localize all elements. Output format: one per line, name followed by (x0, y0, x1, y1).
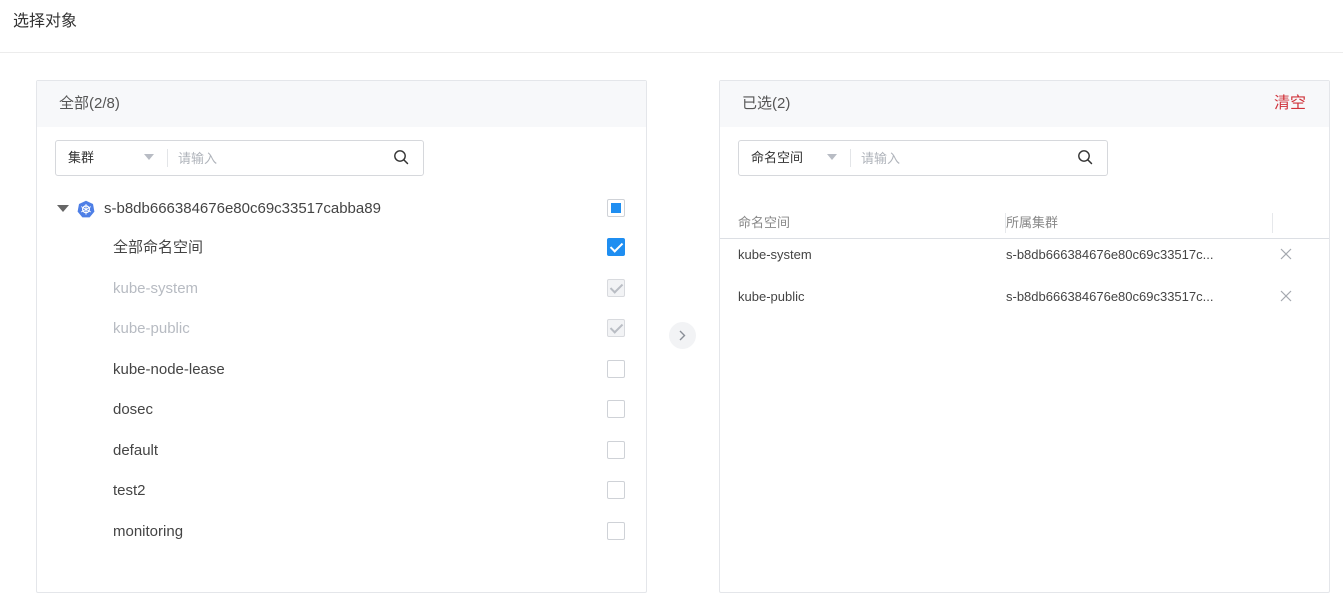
namespace-label: test2 (113, 482, 146, 499)
caret-down-icon (827, 154, 837, 160)
namespace-item[interactable]: dosec (37, 395, 646, 425)
search-divider (850, 149, 851, 167)
namespace-item: kube-system (37, 274, 646, 304)
source-panel: 全部(2/8) 集群 s-b8db666384676e80c69c33517ca… (36, 80, 647, 593)
namespace-checkbox[interactable] (607, 238, 625, 256)
namespace-item[interactable]: default (37, 436, 646, 466)
kubernetes-icon (77, 200, 95, 218)
namespace-item-all[interactable]: 全部命名空间 (37, 233, 646, 263)
transfer-right-button[interactable] (669, 322, 696, 349)
namespace-label: kube-node-lease (113, 361, 225, 378)
tree-root-cluster[interactable]: s-b8db666384676e80c69c33517cabba89 (55, 197, 630, 221)
table-row: kube-public s-b8db666384676e80c69c33517c… (720, 285, 1329, 327)
clear-all-button[interactable]: 清空 (1274, 94, 1306, 114)
selected-panel-title: 已选(2) (742, 95, 791, 112)
search-icon[interactable] (393, 149, 409, 165)
namespace-checkbox[interactable] (607, 522, 625, 540)
source-panel-title: 全部(2/8) (59, 95, 120, 112)
namespace-select[interactable]: 命名空间 (739, 141, 851, 175)
namespace-item[interactable]: kube-node-lease (37, 355, 646, 385)
namespace-checkbox[interactable] (607, 481, 625, 499)
page-header: 选择对象 (0, 0, 1343, 53)
caret-down-icon (144, 154, 154, 160)
table-row: kube-system s-b8db666384676e80c69c33517c… (720, 243, 1329, 285)
namespace-label: monitoring (113, 523, 184, 540)
remove-icon[interactable] (1280, 290, 1292, 302)
namespace-label: kube-system (113, 280, 199, 297)
column-divider (1272, 213, 1273, 233)
namespace-checkbox[interactable] (607, 441, 625, 459)
namespace-select-value: 命名空间 (751, 150, 804, 165)
namespace-item: kube-public (37, 314, 646, 344)
cluster-select[interactable]: 集群 (56, 141, 168, 175)
source-search-input[interactable] (178, 147, 378, 169)
selected-table-header: 命名空间 所属集群 (720, 203, 1329, 239)
column-header-cluster: 所属集群 (1006, 215, 1059, 230)
selected-search-input[interactable] (861, 147, 1061, 169)
source-panel-header: 全部(2/8) (37, 81, 646, 127)
search-icon[interactable] (1077, 149, 1093, 165)
remove-icon[interactable] (1280, 248, 1292, 260)
search-divider (167, 149, 168, 167)
namespace-checkbox[interactable] (607, 360, 625, 378)
namespace-label: kube-public (113, 320, 190, 337)
selected-panel-header: 已选(2) 清空 (720, 81, 1329, 127)
namespace-label: dosec (113, 401, 154, 418)
selected-search-box: 命名空间 (738, 140, 1108, 176)
cell-namespace: kube-public (738, 289, 805, 304)
source-search-box: 集群 (55, 140, 424, 176)
tree-root-checkbox[interactable] (607, 199, 625, 217)
namespace-checkbox (607, 319, 625, 337)
namespace-checkbox (607, 279, 625, 297)
tree-root-label: s-b8db666384676e80c69c33517cabba89 (104, 200, 381, 217)
cell-cluster: s-b8db666384676e80c69c33517c... (1006, 289, 1214, 304)
namespace-checkbox[interactable] (607, 400, 625, 418)
caret-expanded-icon[interactable] (57, 205, 69, 212)
namespace-item[interactable]: test2 (37, 476, 646, 506)
namespace-item[interactable]: monitoring (37, 517, 646, 547)
namespace-label: default (113, 442, 159, 459)
namespace-label: 全部命名空间 (113, 239, 204, 256)
cluster-select-value: 集群 (68, 150, 95, 165)
column-header-namespace: 命名空间 (738, 215, 791, 230)
page-title: 选择对象 (13, 13, 78, 30)
selected-panel: 已选(2) 清空 命名空间 命名空间 所属集群 kube-system s-b8… (719, 80, 1330, 593)
cell-cluster: s-b8db666384676e80c69c33517c... (1006, 247, 1214, 262)
chevron-right-icon (679, 330, 686, 341)
cell-namespace: kube-system (738, 247, 812, 262)
